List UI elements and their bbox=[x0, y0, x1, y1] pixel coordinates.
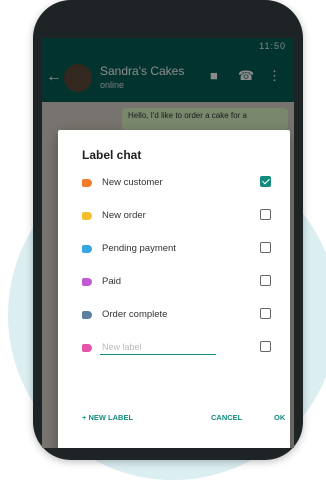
label-checkbox[interactable] bbox=[260, 308, 271, 319]
label-tag-icon bbox=[82, 278, 92, 286]
cancel-button[interactable]: CANCEL bbox=[211, 413, 242, 422]
new-label-row bbox=[82, 338, 282, 358]
label-checkbox[interactable] bbox=[260, 176, 271, 187]
label-row-paid[interactable]: Paid bbox=[82, 272, 282, 292]
label-chat-dialog: Label chat New customer New order Pendin… bbox=[58, 130, 290, 448]
add-new-label-button[interactable]: + NEW LABEL bbox=[82, 413, 133, 422]
label-tag-icon bbox=[82, 245, 92, 253]
phone-screen: 11:50 ← Sandra's Cakes online ■ ☎ ⋮ Hell… bbox=[42, 38, 294, 448]
label-tag-icon bbox=[82, 179, 92, 187]
label-row-order-complete[interactable]: Order complete bbox=[82, 305, 282, 325]
dialog-title: Label chat bbox=[82, 148, 142, 162]
label-checkbox[interactable] bbox=[260, 242, 271, 253]
label-tag-icon bbox=[82, 344, 92, 352]
label-tag-icon bbox=[82, 212, 92, 220]
label-row-new-order[interactable]: New order bbox=[82, 206, 282, 226]
label-checkbox[interactable] bbox=[260, 209, 271, 220]
label-name: New order bbox=[102, 210, 146, 221]
label-tag-icon bbox=[82, 311, 92, 319]
label-name: New customer bbox=[102, 177, 163, 188]
label-name: Order complete bbox=[102, 309, 168, 320]
label-name: Pending payment bbox=[102, 243, 176, 254]
label-name: Paid bbox=[102, 276, 122, 287]
label-row-new-customer[interactable]: New customer bbox=[82, 173, 282, 193]
new-label-input[interactable] bbox=[100, 339, 216, 355]
label-row-pending-payment[interactable]: Pending payment bbox=[82, 239, 282, 259]
label-checkbox[interactable] bbox=[260, 275, 271, 286]
phone-frame: 11:50 ← Sandra's Cakes online ■ ☎ ⋮ Hell… bbox=[33, 0, 303, 460]
new-label-checkbox[interactable] bbox=[260, 341, 271, 352]
ok-button[interactable]: OK bbox=[274, 413, 285, 422]
